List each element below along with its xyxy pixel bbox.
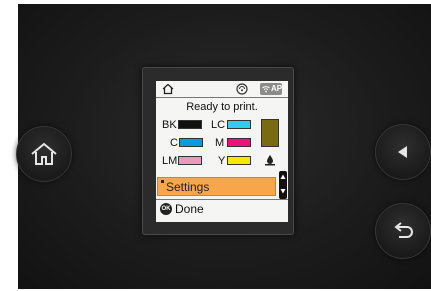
wifi-direct-icon [236,83,248,95]
status-message: Ready to print. [186,101,258,113]
scroll-indicator[interactable] [279,171,287,199]
ap-label: AP [271,84,283,93]
maintenance-box-icon [265,155,275,166]
footer-divider [156,199,288,200]
ink-label: BK [162,119,177,131]
ink-label: Y [218,155,226,167]
ok-label: OK [161,206,171,212]
left-nav-button[interactable] [375,124,431,180]
scroll-down-icon [280,189,286,194]
home-button[interactable] [16,126,72,182]
ap-status-badge: AP [260,83,282,95]
menu-item-label: Settings [166,180,210,194]
ink-label: LM [162,155,178,167]
ok-button-icon[interactable]: OK [160,203,172,215]
back-arrow-icon [394,222,413,238]
ink-bar [179,138,203,147]
selection-marker [161,180,164,183]
home-icon[interactable] [162,83,174,95]
header-divider [156,97,288,98]
menu-item-settings[interactable]: Settings [157,177,276,196]
ink-label: M [215,137,225,149]
ink-label: C [170,137,178,149]
left-triangle-icon [398,146,407,158]
ink-bar [227,120,251,129]
ink-bar [178,156,202,165]
maintenance-box-level [261,119,279,147]
home-icon [31,142,57,165]
ink-bar [227,156,251,165]
ink-label: LC [211,119,226,131]
done-label: Done [175,202,204,216]
ink-bar [178,120,202,129]
ink-bar [227,138,251,147]
wifi-icon [262,86,270,93]
scroll-up-icon [280,174,286,179]
lcd-screen: AP Ready to print. BK LC C M LM Y Settin… [156,81,288,222]
back-button[interactable] [375,203,431,259]
